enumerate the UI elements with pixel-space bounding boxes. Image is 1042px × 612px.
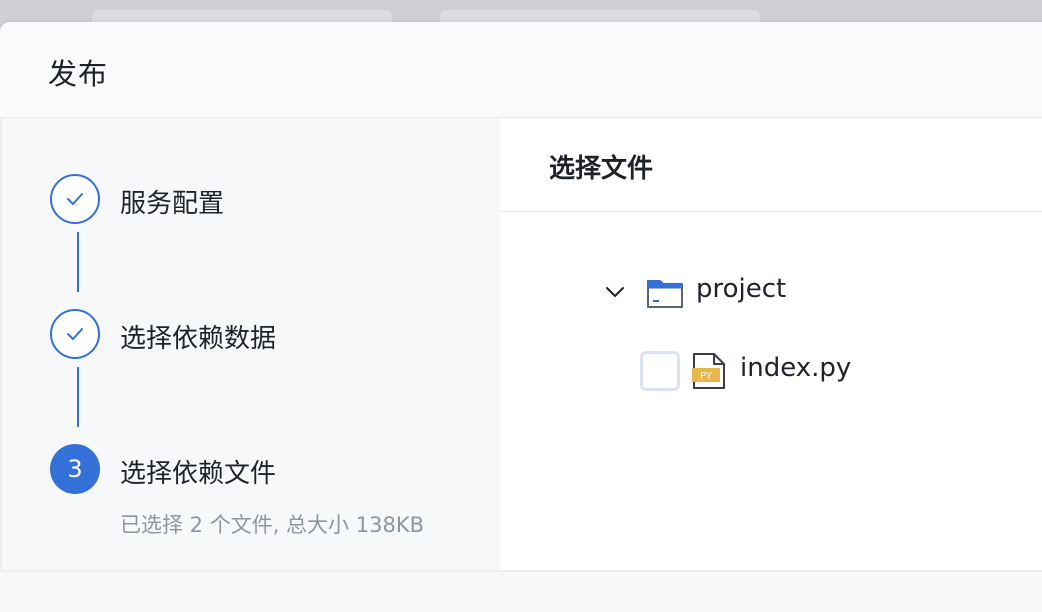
publish-dialog: 发布 服务配置 选择依赖数据 3 选择依赖文件 已选择 2 个文件, 总大小 1… (0, 22, 1042, 612)
step-label: 服务配置 (120, 189, 225, 219)
file-picker-panel: 选择文件 project PY index.py (500, 118, 1042, 570)
step-connector (77, 367, 79, 427)
python-file-icon: PY (692, 353, 725, 389)
chevron-down-icon[interactable] (603, 280, 627, 304)
dialog-title: 发布 (48, 57, 109, 91)
step-label: 选择依赖数据 (120, 324, 277, 354)
dialog-body: 服务配置 选择依赖数据 3 选择依赖文件 已选择 2 个文件, 总大小 138K… (0, 118, 1042, 570)
dialog-footer (0, 570, 1042, 612)
step-number-badge: 3 (50, 444, 100, 494)
step-connector (77, 232, 79, 292)
folder-name: project (696, 274, 787, 304)
file-name: index.py (740, 353, 852, 383)
step-circle (50, 309, 100, 359)
check-icon (67, 328, 83, 340)
tree-row-file[interactable]: PY index.py (640, 349, 1020, 393)
file-picker-title: 选择文件 (549, 154, 654, 184)
steps-panel: 服务配置 选择依赖数据 3 选择依赖文件 已选择 2 个文件, 总大小 138K… (0, 118, 502, 570)
check-icon (67, 193, 83, 205)
step-label: 选择依赖文件 (120, 459, 277, 489)
dialog-header: 发布 (0, 22, 1042, 118)
file-picker-header: 选择文件 (500, 118, 1042, 212)
step-description: 已选择 2 个文件, 总大小 138KB (120, 513, 424, 537)
folder-icon (647, 280, 683, 308)
file-checkbox[interactable] (640, 351, 680, 391)
tree-row-folder[interactable]: project (603, 270, 1023, 314)
step-circle (50, 174, 100, 224)
py-badge: PY (700, 371, 713, 382)
